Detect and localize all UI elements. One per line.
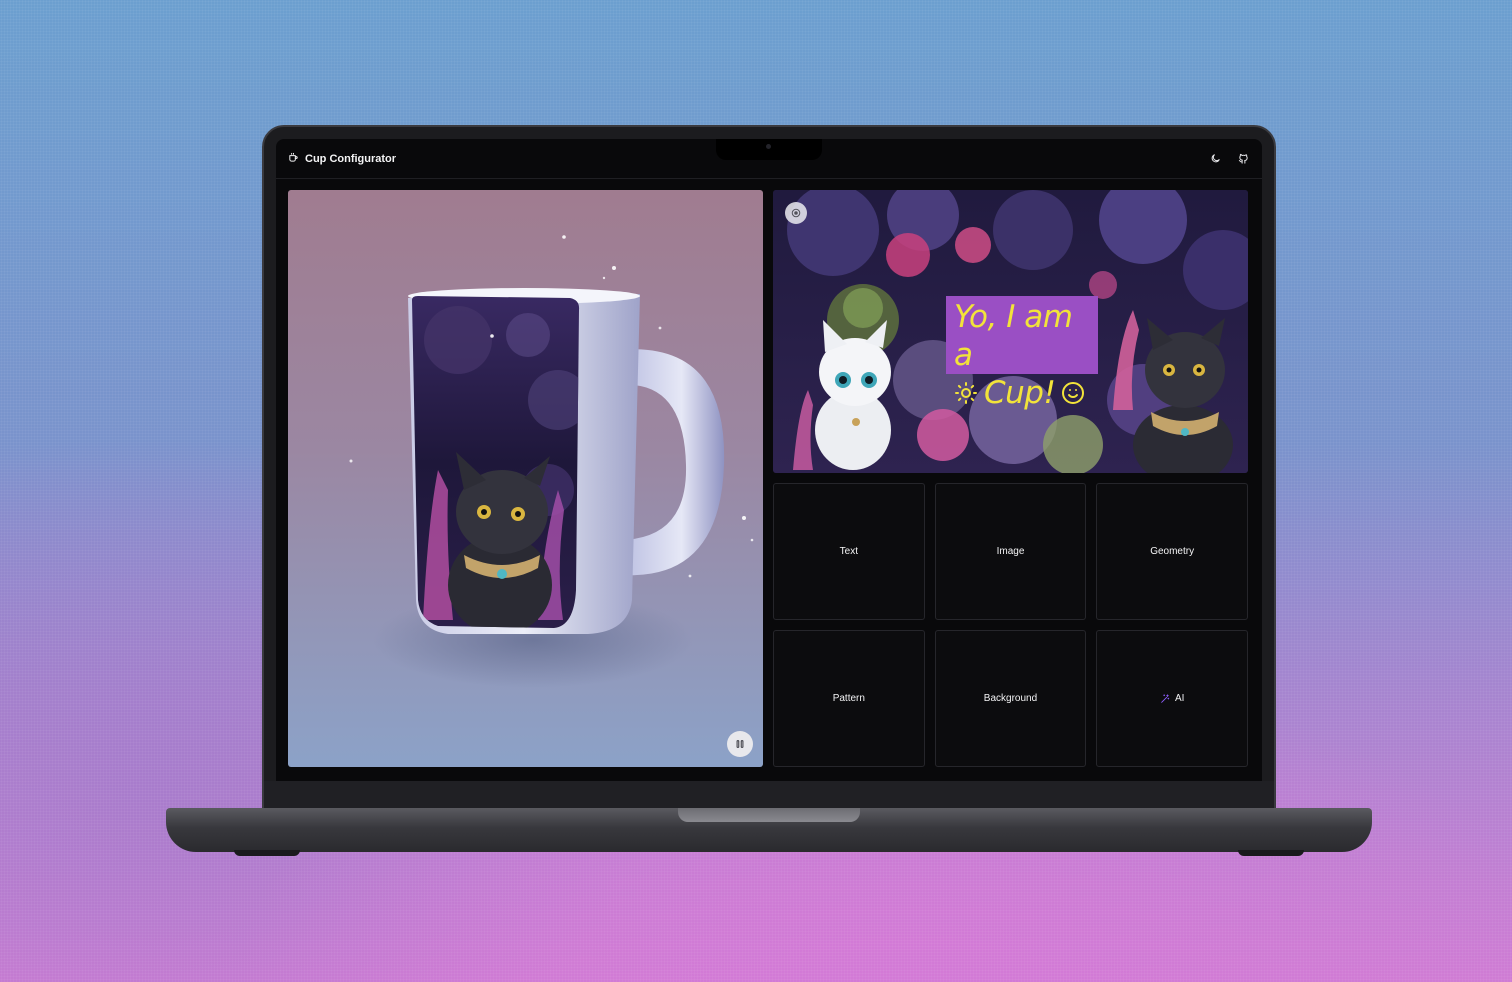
- theme-toggle-button[interactable]: [1208, 152, 1222, 166]
- app-window: Cup Configurator Yo, I am a Cup! Text Im…: [276, 139, 1262, 781]
- preview-reset-button[interactable]: [785, 202, 807, 224]
- cup-icon: [288, 152, 299, 166]
- laptop-groove: [678, 808, 860, 822]
- tool-label: Pattern: [832, 693, 865, 704]
- preview-text-line-2: Cup!: [984, 375, 1056, 411]
- tool-label: Background: [983, 693, 1038, 704]
- pause-button[interactable]: [727, 731, 753, 757]
- moon-icon: [1211, 154, 1220, 163]
- laptop-foot: [234, 850, 300, 856]
- tool-pattern-button[interactable]: Pattern: [773, 630, 925, 767]
- app-title: Cup Configurator: [305, 152, 397, 165]
- laptop-base: [166, 808, 1372, 852]
- tool-grid: Text Image Geometry Pattern Background A…: [773, 483, 1248, 767]
- camera-notch: [716, 139, 822, 160]
- preview-text-line-2-row: Cup!: [954, 374, 1090, 412]
- camera-icon: [766, 144, 771, 149]
- tool-label: AI: [1174, 693, 1185, 704]
- tool-image-button[interactable]: Image: [934, 483, 1087, 620]
- cup-scene: [349, 235, 754, 688]
- preview-text-layer[interactable]: Yo, I am a Cup!: [946, 296, 1098, 411]
- tool-geometry-button[interactable]: Geometry: [1096, 483, 1248, 620]
- github-icon: [1238, 153, 1248, 164]
- tool-label: Image: [996, 546, 1025, 557]
- tool-ai-button[interactable]: AI: [1096, 630, 1248, 767]
- tool-label: Text: [839, 546, 858, 557]
- magic-wand-icon: [1161, 693, 1170, 703]
- tool-label: Geometry: [1150, 546, 1195, 557]
- brand: Cup Configurator: [288, 152, 396, 166]
- tool-background-button[interactable]: Background: [934, 630, 1087, 767]
- laptop-chin: [264, 781, 1274, 811]
- preview-text-line-1: Yo, I am a: [954, 299, 1073, 373]
- github-link[interactable]: [1236, 152, 1250, 166]
- smile-icon: [1062, 382, 1085, 404]
- cup-3d-viewer[interactable]: [288, 190, 763, 767]
- header-actions: [1208, 152, 1250, 166]
- pause-icon: [736, 740, 744, 748]
- sun-icon: [955, 382, 977, 404]
- tool-text-button[interactable]: Text: [773, 483, 925, 620]
- target-icon: [791, 208, 801, 218]
- design-preview[interactable]: Yo, I am a Cup!: [773, 190, 1248, 473]
- laptop-foot: [1238, 850, 1304, 856]
